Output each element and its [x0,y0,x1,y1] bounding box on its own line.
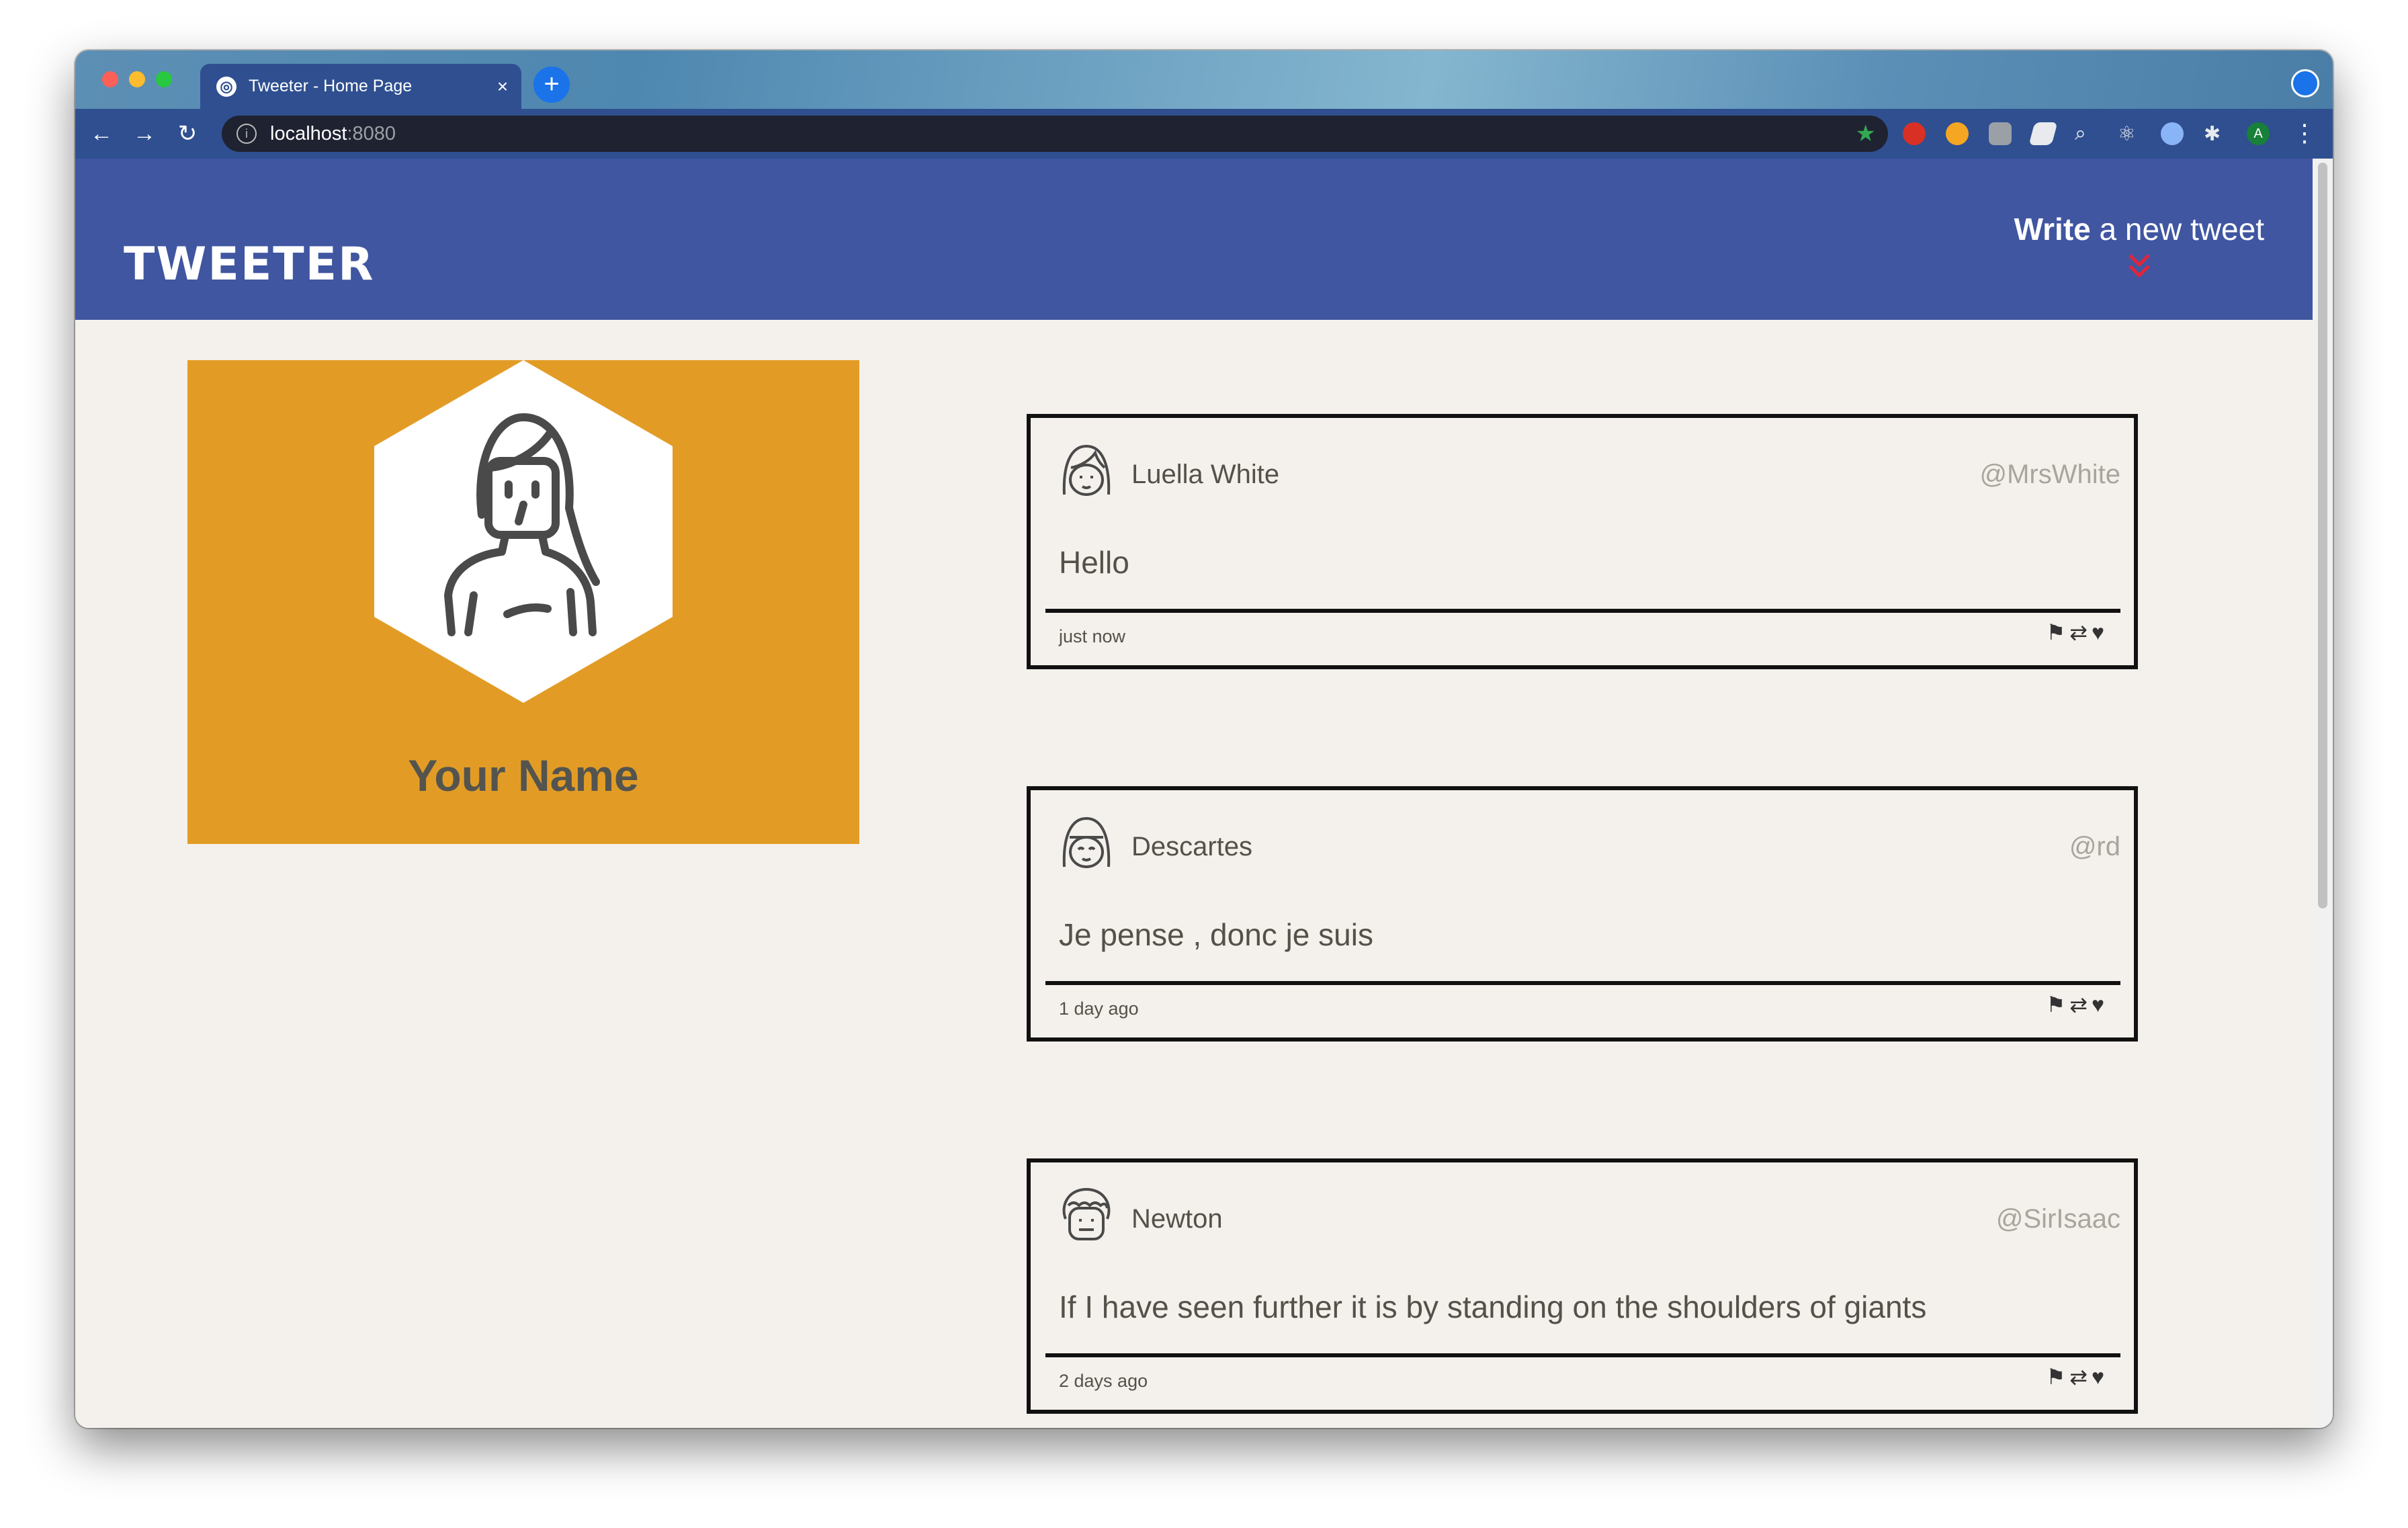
site-logo[interactable]: TWEETER [124,238,375,291]
reload-icon: ↻ [177,121,198,146]
profile-name: Your Name [408,751,639,800]
back-button[interactable]: ← [85,117,118,151]
title-bar: ◎ Tweeter - Home Page × + [75,50,2333,109]
user-avatar-icon [1059,441,1114,503]
scrollbar-thumb[interactable] [2318,163,2327,908]
tweet-actions: ⚑⇄♥ [2047,992,2109,1017]
browser-toolbar: ← → ↻ i localhost :8080 ★ ⌕ ⚛ ✱ A ⋮ [75,109,2333,159]
bookmark-star-icon[interactable]: ★ [1856,120,1876,147]
tweet-author-handle: @MrsWhite [1979,460,2121,489]
minimize-window-button[interactable] [129,71,145,87]
tweet-divider [1045,1353,2120,1357]
tweet-timestamp: just now [1059,626,1126,646]
search-extension-icon[interactable]: ⌕ [2075,122,2098,145]
tweet-author-name: Luella White [1131,460,1280,489]
tweet-card: Luella White @MrsWhite Hello just now ⚑⇄… [1027,414,2138,669]
tweet-content: If I have seen further it is by standing… [1059,1289,1927,1324]
notes-extension-icon[interactable] [2028,122,2058,145]
tweet-card: Newton @SirIsaac If I have seen further … [1027,1158,2138,1414]
site-header: TWEETER Write a new tweet [75,159,2313,320]
tweet-content: Hello [1059,545,1129,580]
profile-card: Your Name [187,360,859,844]
page-scrollbar[interactable] [2313,159,2333,1428]
react-devtools-icon[interactable]: ⚛ [2118,122,2141,145]
flag-icon[interactable]: ⚑ [2047,620,2070,644]
address-bar[interactable]: i localhost :8080 ★ [222,116,1888,152]
user-avatar-icon [1059,813,1114,875]
heart-icon[interactable]: ♥ [2092,1365,2108,1389]
vpn-extension-icon[interactable] [2161,122,2184,145]
profile-indicator-icon[interactable] [2291,69,2319,97]
profile-avatar-hexagon [374,360,673,703]
browser-tab[interactable]: ◎ Tweeter - Home Page × [200,64,521,109]
tweet-content: Je pense , donc je suis [1059,917,1373,952]
tweet-card: Descartes @rd Je pense , donc je suis 1 … [1027,786,2138,1042]
forward-button[interactable]: → [128,117,161,151]
tweet-author-handle: @rd [2069,832,2120,861]
globe-icon: ◎ [216,76,236,97]
back-icon: ← [90,121,113,146]
flag-icon[interactable]: ⚑ [2047,992,2070,1017]
info-icon[interactable]: i [236,124,257,144]
close-window-button[interactable] [102,71,118,87]
retweet-icon[interactable]: ⇄ [2069,992,2092,1017]
profile-avatar[interactable]: A [2247,122,2270,145]
tab-close-button[interactable]: × [489,76,516,97]
heart-icon[interactable]: ♥ [2092,620,2108,644]
tweet-actions: ⚑⇄♥ [2047,1364,2109,1390]
compose-label-rest: a new tweet [2090,212,2265,247]
reload-button[interactable]: ↻ [171,117,204,151]
browser-window: ◎ Tweeter - Home Page × + ← → ↻ i localh… [75,50,2333,1428]
tweet-actions: ⚑⇄♥ [2047,620,2109,645]
play-extension-icon[interactable] [1946,122,1969,145]
user-avatar-icon [1059,1185,1114,1247]
new-tab-button[interactable]: + [533,67,570,103]
adblock-extension-icon[interactable] [1903,122,1926,145]
tweet-timestamp: 1 day ago [1059,999,1139,1019]
tweet-author-handle: @SirIsaac [1995,1204,2120,1234]
forward-icon: → [133,121,156,146]
heart-icon[interactable]: ♥ [2092,992,2108,1017]
compose-tweet-toggle[interactable]: Write a new tweet [2014,211,2264,281]
compose-label-bold: Write [2014,212,2091,247]
translate-extension-icon[interactable] [1989,122,2012,145]
retweet-icon[interactable]: ⇄ [2069,1365,2092,1389]
web-page: TWEETER Write a new tweet Your Name Luel… [75,159,2313,1428]
extensions-icon[interactable]: ✱ [2204,122,2227,145]
url-host: localhost [270,122,347,144]
menu-icon[interactable]: ⋮ [2292,118,2317,148]
retweet-icon[interactable]: ⇄ [2069,620,2092,644]
url-port: :8080 [347,122,396,144]
tweet-timestamp: 2 days ago [1059,1371,1148,1391]
tweet-author-name: Descartes [1131,832,1253,861]
tweet-author-name: Newton [1131,1204,1223,1234]
maximize-window-button[interactable] [156,71,172,87]
tab-title: Tweeter - Home Page [249,77,413,95]
tweet-divider [1045,981,2120,985]
tweet-divider [1045,609,2120,613]
double-chevron-down-icon[interactable] [2014,251,2264,281]
flag-icon[interactable]: ⚑ [2047,1365,2070,1389]
